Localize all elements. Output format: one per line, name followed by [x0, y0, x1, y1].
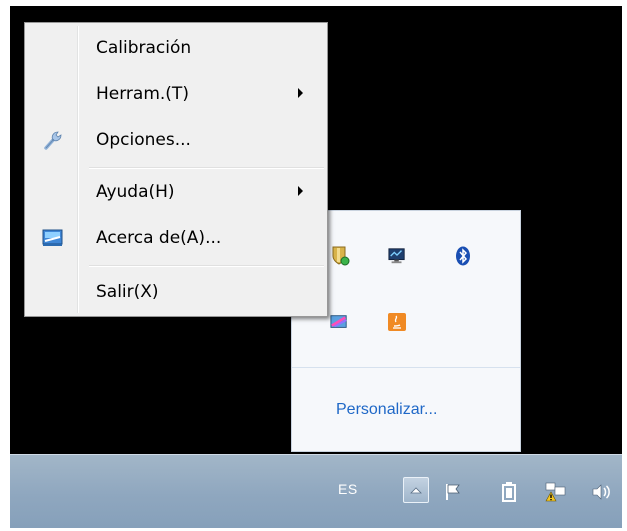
menu-item-label: Salir(X)	[96, 282, 159, 302]
menu-item-salir[interactable]: Salir(X)	[28, 271, 324, 311]
display-settings-icon	[42, 227, 64, 249]
menu-item-herramientas[interactable]: Herram.(T)	[28, 73, 324, 113]
submenu-arrow-icon	[298, 186, 303, 196]
show-hidden-icons-button[interactable]	[403, 477, 429, 503]
menu-item-ayuda[interactable]: Ayuda(H)	[28, 171, 324, 211]
java-icon[interactable]	[388, 313, 406, 331]
customize-link[interactable]: Personalizar...	[336, 401, 437, 419]
menu-item-label: Acerca de(A)...	[96, 228, 222, 248]
volume-icon[interactable]	[590, 481, 612, 503]
submenu-arrow-icon	[298, 88, 303, 98]
network-monitor-icon[interactable]	[388, 247, 406, 265]
menu-item-calibracion[interactable]: Calibración	[28, 27, 324, 67]
menu-separator	[89, 167, 324, 169]
overflow-divider	[292, 367, 520, 368]
menu-item-label: Ayuda(H)	[96, 182, 175, 202]
screen: Personalizar... ES Calibración Herram.(T…	[0, 0, 627, 531]
menu-gutter	[77, 26, 79, 313]
taskbar: ES	[10, 454, 622, 528]
menu-item-acerca-de[interactable]: Acerca de(A)...	[28, 217, 324, 257]
context-menu: Calibración Herram.(T) Opciones... Ayuda…	[24, 22, 328, 317]
menu-item-label: Opciones...	[96, 130, 191, 150]
menu-item-label: Calibración	[96, 38, 192, 58]
language-indicator[interactable]: ES	[338, 481, 358, 497]
network-warning-icon[interactable]	[545, 481, 567, 503]
action-center-flag-icon[interactable]	[442, 481, 464, 503]
display-tool-icon[interactable]	[330, 313, 348, 331]
menu-item-opciones[interactable]: Opciones...	[28, 119, 324, 159]
menu-item-label: Herram.(T)	[96, 84, 189, 104]
menu-separator	[89, 265, 324, 267]
wrench-icon	[42, 129, 64, 151]
security-shield-icon[interactable]	[332, 246, 350, 266]
chevron-up-icon	[410, 487, 422, 494]
battery-icon[interactable]	[498, 481, 520, 503]
bluetooth-icon[interactable]	[454, 246, 472, 266]
